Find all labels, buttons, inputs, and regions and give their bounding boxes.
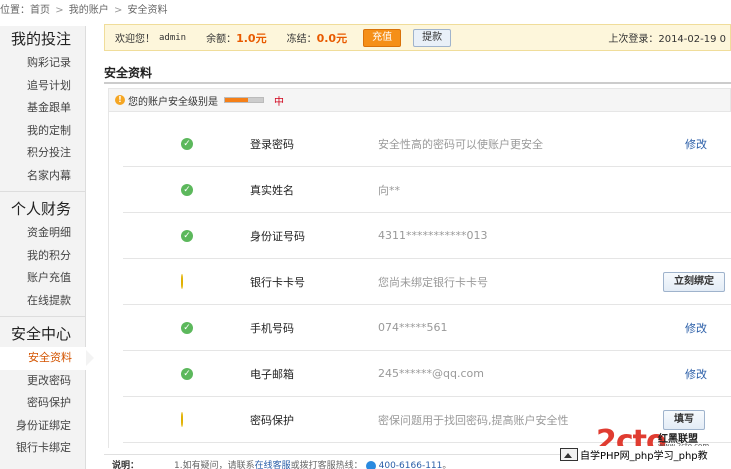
- item-info: 074*****561: [378, 321, 448, 334]
- list-item-phone: ✓ 手机号码 074*****561 修改: [123, 305, 731, 351]
- sidebar-item-account-recharge[interactable]: 账户充值: [0, 267, 85, 290]
- account-summary-bar: 欢迎您！ admin 余额： 1.0元 冻结： 0.0元 充值 提款 上次登录：…: [104, 24, 731, 51]
- online-service-link[interactable]: 在线客服: [255, 461, 291, 469]
- active-pointer-arrow: [86, 350, 94, 366]
- item-info: 245******@qq.com: [378, 367, 484, 380]
- item-info: 安全性高的密码可以使账户更安全: [378, 137, 543, 151]
- list-item-id-number: ✓ 身份证号码 4311***********013: [123, 213, 731, 259]
- sidebar-item-security-info[interactable]: 安全资料: [0, 347, 86, 370]
- sidebar-group-title: 个人财务: [10, 200, 71, 218]
- sidebar-group-title: 安全中心: [10, 325, 71, 343]
- page-title: 安全资料: [104, 66, 153, 80]
- security-level-value: 中: [274, 96, 284, 108]
- lightbulb-icon: [181, 273, 191, 289]
- list-item-bank-card: 银行卡卡号 您尚未绑定银行卡卡号 立刻绑定: [123, 259, 731, 305]
- footer-text-prefix: 1.如有疑问，请联系: [174, 461, 255, 469]
- sidebar-divider: [0, 191, 85, 192]
- item-label: 身份证号码: [250, 229, 305, 243]
- balance-label: 余额：: [206, 34, 237, 45]
- title-divider: [104, 82, 731, 84]
- sidebar-item-change-password[interactable]: 更改密码: [0, 370, 85, 393]
- hotline-number: 400-6166-111: [378, 461, 443, 469]
- sidebar-item-chase-plan[interactable]: 追号计划: [0, 75, 85, 98]
- sidebar-item-fund-details[interactable]: 资金明细: [0, 222, 85, 245]
- frozen-label: 冻结：: [286, 34, 317, 45]
- check-icon: ✓: [181, 137, 193, 150]
- security-level-meter: [224, 97, 264, 103]
- username: admin: [159, 32, 187, 43]
- warning-icon: !: [115, 95, 125, 105]
- watermark: 2cto 红黑联盟 www.2cto.com 自学PHP网_php学习_php教: [560, 424, 731, 469]
- item-label: 登录密码: [250, 137, 294, 151]
- breadcrumb: 位置：首页 > 我的账户 > 安全资料: [0, 0, 168, 22]
- item-label: 手机号码: [250, 321, 294, 335]
- frozen-value: 0.0元: [316, 31, 348, 45]
- sidebar-item-my-points[interactable]: 我的积分: [0, 245, 85, 268]
- check-icon: ✓: [181, 229, 193, 242]
- balance-value: 1.0元: [236, 31, 267, 45]
- breadcrumb-current: 安全资料: [127, 5, 168, 16]
- item-info: 4311***********013: [378, 229, 488, 242]
- list-item-real-name: ✓ 真实姓名 向**: [123, 167, 731, 213]
- security-level-label: 您的账户安全级别是: [128, 96, 218, 108]
- lightbulb-icon: [181, 411, 191, 427]
- sidebar-group-title: 我的投注: [10, 30, 71, 48]
- item-info: 您尚未绑定银行卡卡号: [378, 275, 488, 289]
- sidebar-item-bankcard-binding[interactable]: 银行卡绑定: [0, 437, 85, 460]
- sidebar-item-password-protect[interactable]: 密码保护: [0, 392, 85, 415]
- footer-label: 说明：: [112, 461, 140, 469]
- sidebar-group-security: 安全中心 安全资料 更改密码 密码保护 身份证绑定 银行卡绑定: [0, 321, 94, 460]
- item-label: 真实姓名: [250, 183, 294, 197]
- footer-text-mid: 或拨打客服热线：: [290, 461, 363, 469]
- security-level-bar: ! 您的账户安全级别是 中: [108, 88, 731, 112]
- sidebar-group-finance: 个人财务 资金明细 我的积分 账户充值 在线提款: [0, 196, 85, 312]
- image-icon: [560, 448, 578, 461]
- sidebar-item-expert-insider[interactable]: 名家内幕: [0, 165, 85, 188]
- sidebar-group-betting: 我的投注 购彩记录 追号计划 基金跟单 我的定制 积分投注 名家内幕: [0, 26, 85, 187]
- withdraw-button[interactable]: 提款: [413, 28, 452, 47]
- check-icon: ✓: [181, 367, 193, 380]
- list-item-email: ✓ 电子邮箱 245******@qq.com 修改: [123, 351, 731, 397]
- item-label: 电子邮箱: [250, 367, 294, 381]
- last-login: 上次登录：2014-02-19 0: [608, 34, 726, 45]
- modify-phone-link[interactable]: 修改: [685, 320, 707, 336]
- sidebar-item-id-binding[interactable]: 身份证绑定: [0, 415, 85, 438]
- list-item-login-password: ✓ 登录密码 安全性高的密码可以使账户更安全 修改: [123, 121, 731, 167]
- modify-email-link[interactable]: 修改: [685, 366, 707, 382]
- welcome-text: 欢迎您！: [115, 34, 155, 45]
- item-info: 向**: [378, 183, 400, 197]
- sidebar: 我的投注 购彩记录 追号计划 基金跟单 我的定制 积分投注 名家内幕 个人财务 …: [0, 26, 94, 469]
- watermark-strip-text: 自学PHP网_php学习_php教: [580, 451, 708, 462]
- breadcrumb-separator: >: [113, 5, 123, 16]
- breadcrumb-prefix: 位置：: [0, 5, 30, 16]
- modify-login-password-link[interactable]: 修改: [685, 136, 707, 152]
- sidebar-divider: [0, 316, 85, 317]
- phone-icon: [365, 460, 376, 469]
- item-info: 密保问题用于找回密码,提高账户安全性: [378, 413, 569, 427]
- security-level-meter-fill: [225, 98, 248, 102]
- footer-text-end: 。: [442, 461, 452, 469]
- item-label: 密码保护: [250, 413, 294, 427]
- footer-text: 1.如有疑问，请联系在线客服或拨打客服热线： 400-6166-111。: [174, 458, 451, 469]
- breadcrumb-account[interactable]: 我的账户: [69, 5, 109, 16]
- item-label: 银行卡卡号: [250, 275, 305, 289]
- security-info-list: ✓ 登录密码 安全性高的密码可以使账户更安全 修改 ✓ 真实姓名 向** ✓ 身…: [108, 112, 731, 448]
- breadcrumb-home[interactable]: 首页: [30, 5, 50, 16]
- bind-bank-card-button[interactable]: 立刻绑定: [663, 271, 725, 292]
- check-icon: ✓: [181, 321, 193, 334]
- sidebar-item-my-custom[interactable]: 我的定制: [0, 120, 85, 143]
- sidebar-item-fund-follow[interactable]: 基金跟单: [0, 97, 85, 120]
- watermark-strip: 自学PHP网_php学习_php教: [560, 446, 731, 463]
- sidebar-item-points-betting[interactable]: 积分投注: [0, 142, 85, 165]
- sidebar-item-purchase-records[interactable]: 购彩记录: [0, 52, 85, 75]
- charge-button[interactable]: 充值: [363, 28, 402, 47]
- check-icon: ✓: [181, 183, 193, 196]
- sidebar-item-online-withdraw[interactable]: 在线提款: [0, 290, 85, 313]
- breadcrumb-separator: >: [55, 5, 64, 16]
